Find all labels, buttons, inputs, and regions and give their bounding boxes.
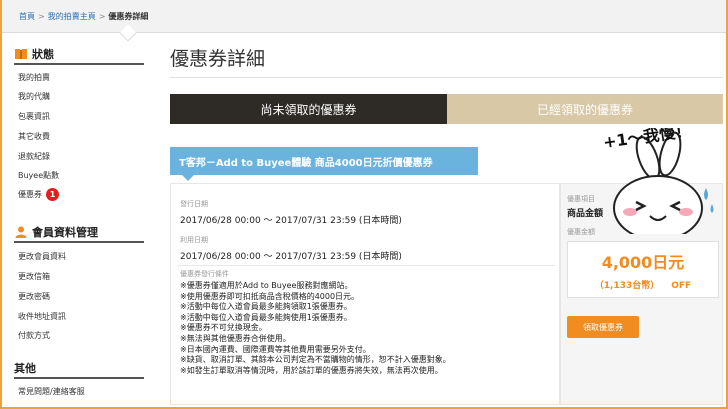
- coupon-amount-value: 4,000日元: [601, 253, 685, 272]
- sidebar-item-refund-record[interactable]: 退款紀錄: [18, 151, 50, 162]
- condition-line: ※日本國內運費、國際運費等其他費用需要另外支付。: [180, 344, 371, 354]
- book-icon: [14, 47, 28, 61]
- sidebar-item-my-auction[interactable]: 我的拍賣: [18, 72, 50, 83]
- sidebar-item-buyee-points[interactable]: Buyee點數: [18, 170, 59, 181]
- sidebar-item-edit-member[interactable]: 更改會員資料: [18, 251, 66, 262]
- conditions-list: ※優惠券僅適用於Add to Buyee服務對應網站。 ※使用優惠券即可扣抵商品…: [180, 281, 451, 376]
- breadcrumb-current: 優惠券詳細: [108, 12, 149, 21]
- page-title: 優惠券詳細: [170, 48, 266, 70]
- sidebar-item-edit-password[interactable]: 更改密碼: [18, 291, 50, 302]
- coupon-title: T客邦－Add to Buyee體驗 商品4000日元折價優惠券: [170, 147, 478, 175]
- rabbit-sticker: +1～我慢！: [598, 121, 728, 241]
- title-divider: [170, 77, 723, 78]
- sidebar-section-title: 其他: [14, 362, 36, 375]
- coupon-amount-label: 優惠金額: [567, 228, 595, 236]
- issue-date-value: 2017/06/28 00:00 ～ 2017/07/31 23:59 (日本時…: [180, 216, 402, 226]
- sidebar-item-coupon[interactable]: 優惠券 1: [18, 188, 59, 201]
- breadcrumb: 首頁 > 我的拍賣主頁 > 優惠券詳細: [2, 0, 726, 33]
- coupon-amount-off: OFF: [671, 281, 692, 291]
- tab-unclaimed[interactable]: 尚未領取的優惠券: [170, 94, 447, 124]
- condition-line: ※活動中每位入道會員最多能夠領取1張優惠券。: [180, 302, 352, 312]
- sidebar-item-faq[interactable]: 常見問題/連絡客服: [18, 386, 85, 397]
- sidebar-section-other: 其他: [14, 359, 144, 379]
- use-date-label: 利用日期: [180, 236, 208, 244]
- coupon-title-pointer: [182, 175, 194, 181]
- condition-line: ※優惠券不可兌換現金。: [180, 323, 267, 333]
- sidebar-item-edit-email[interactable]: 更改信箱: [18, 271, 50, 282]
- details-divider: [177, 265, 555, 266]
- coupon-item-label: 優惠項目: [567, 195, 595, 203]
- rabbit-sticker-icon: +1～我慢！: [602, 121, 714, 241]
- sidebar: 狀態 我的拍賣 我的代購 包裹資訊 其它收費 退款紀錄 Buyee點數 優惠券 …: [2, 33, 152, 407]
- use-date-value: 2017/06/28 00:00 ～ 2017/07/31 23:59 (日本時…: [180, 252, 402, 262]
- coupon-amount-sub: （1,133台幣） OFF: [568, 278, 718, 291]
- sidebar-item-my-proxy[interactable]: 我的代購: [18, 91, 50, 102]
- sidebar-section-member: 會員資料管理: [14, 223, 144, 243]
- person-icon: [14, 225, 28, 239]
- sidebar-section-status: 狀態: [14, 45, 144, 65]
- sidebar-section-title: 狀態: [32, 48, 54, 61]
- sidebar-item-package-info[interactable]: 包裹資訊: [18, 111, 50, 122]
- condition-line: ※使用優惠券即可扣抵商品含稅價格的4000日元。: [180, 291, 360, 301]
- breadcrumb-separator: >: [98, 12, 106, 21]
- condition-line: ※缺貨、取消訂單、其餘本公司判定為不當購物的情形，恕不計入優惠對象。: [180, 355, 451, 365]
- coupon-amount-box: 4,000日元 （1,133台幣） OFF: [567, 241, 719, 298]
- coupon-details: 發行日期 2017/06/28 00:00 ～ 2017/07/31 23:59…: [170, 183, 560, 405]
- sidebar-item-other-fees[interactable]: 其它收費: [18, 131, 50, 142]
- sidebar-item-payment[interactable]: 付款方式: [18, 330, 50, 341]
- condition-line: ※無法與其他優惠券合併使用。: [180, 333, 291, 343]
- breadcrumb-home-link[interactable]: 首頁: [19, 12, 35, 21]
- sidebar-section-title: 會員資料管理: [32, 226, 98, 239]
- coupon-amount-twd: （1,133台幣）: [594, 281, 660, 291]
- claim-coupon-button[interactable]: 領取優惠券: [567, 316, 639, 338]
- coupon-count-badge: 1: [46, 188, 59, 201]
- sidebar-item-label: 優惠券: [18, 190, 42, 199]
- conditions-label: 優惠券發行條件: [180, 270, 229, 278]
- condition-line: ※活動中每位入道會員最多能夠使用1張優惠券。: [180, 312, 352, 322]
- tab-claimed[interactable]: 已經領取的優惠券: [447, 94, 723, 124]
- issue-date-label: 發行日期: [180, 200, 208, 208]
- condition-line: ※優惠券僅適用於Add to Buyee服務對應網站。: [180, 281, 353, 290]
- condition-line: ※如發生訂單取消等情況時，用於該訂單的優惠券將失效，無法再次使用。: [180, 365, 443, 375]
- breadcrumb-separator: >: [38, 12, 45, 21]
- breadcrumb-mypage-link[interactable]: 我的拍賣主頁: [48, 12, 96, 21]
- sidebar-item-address-info[interactable]: 收件地址資訊: [18, 311, 66, 322]
